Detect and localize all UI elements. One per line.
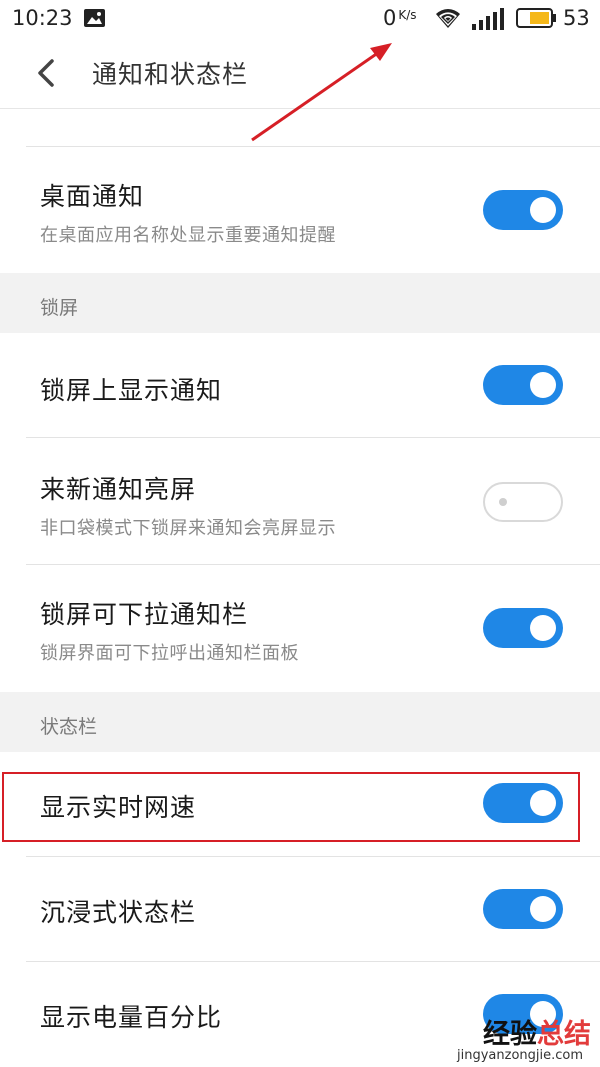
setting-subtitle: 在桌面应用名称处显示重要通知提醒	[40, 225, 336, 246]
page-title: 通知和状态栏	[92, 60, 249, 89]
wake-on-notification-toggle[interactable]	[483, 482, 563, 522]
setting-pulldown-on-lockscreen[interactable]: 锁屏可下拉通知栏 锁屏界面可下拉呼出通知栏面板	[0, 565, 600, 692]
section-label: 锁屏	[40, 297, 79, 319]
chevron-left-icon	[38, 59, 54, 87]
back-button[interactable]	[30, 53, 66, 93]
realtime-net-speed-toggle[interactable]	[483, 783, 563, 823]
watermark-main: 经验	[483, 1019, 537, 1050]
watermark-accent: 总结	[537, 1019, 591, 1050]
immersive-statusbar-toggle[interactable]	[483, 889, 563, 929]
setting-title: 沉浸式状态栏	[40, 898, 197, 927]
setting-title: 锁屏可下拉通知栏	[40, 600, 249, 629]
wifi-icon	[436, 9, 460, 28]
setting-realtime-net-speed[interactable]: 显示实时网速	[0, 752, 600, 856]
status-bar: 10:23 0 K/s 53	[0, 0, 600, 38]
battery-icon	[516, 8, 556, 28]
setting-title: 显示电量百分比	[40, 1003, 223, 1032]
setting-title: 来新通知亮屏	[40, 475, 197, 504]
photo-icon	[84, 9, 105, 27]
toggle-knob	[530, 896, 556, 922]
section-header-statusbar: 状态栏	[0, 692, 600, 752]
net-speed: 0 K/s	[383, 6, 417, 30]
section-header-lockscreen: 锁屏	[0, 273, 600, 333]
net-speed-unit: K/s	[398, 8, 417, 22]
setting-immersive-statusbar[interactable]: 沉浸式状态栏	[0, 857, 600, 961]
signal-icon	[472, 8, 504, 30]
toggle-knob	[530, 615, 556, 641]
status-time: 10:23	[12, 6, 73, 30]
desktop-notification-toggle[interactable]	[483, 190, 563, 230]
pulldown-on-lockscreen-toggle[interactable]	[483, 608, 563, 648]
setting-desktop-notification[interactable]: 桌面通知 在桌面应用名称处显示重要通知提醒	[0, 147, 600, 273]
show-on-lockscreen-toggle[interactable]	[483, 365, 563, 405]
setting-title: 显示实时网速	[40, 793, 197, 822]
setting-subtitle: 非口袋模式下锁屏来通知会亮屏显示	[40, 518, 336, 539]
setting-subtitle: 锁屏界面可下拉呼出通知栏面板	[40, 643, 299, 664]
battery-level: 53	[563, 6, 590, 30]
setting-wake-on-notification[interactable]: 来新通知亮屏 非口袋模式下锁屏来通知会亮屏显示	[0, 438, 600, 564]
toggle-knob	[530, 372, 556, 398]
app-header: 通知和状态栏	[0, 38, 600, 109]
setting-show-on-lockscreen[interactable]: 锁屏上显示通知	[0, 333, 600, 437]
section-label: 状态栏	[40, 716, 98, 738]
toggle-knob	[530, 197, 556, 223]
watermark-url: jingyanzongjie.com	[457, 1048, 584, 1063]
watermark: 经验总结 jingyanzongjie.com	[457, 1008, 600, 1067]
toggle-knob	[499, 498, 507, 506]
toggle-knob	[530, 790, 556, 816]
net-speed-value: 0	[383, 6, 397, 30]
setting-title: 桌面通知	[40, 182, 145, 211]
watermark-text: 经验总结	[483, 1012, 591, 1051]
setting-title: 锁屏上显示通知	[40, 376, 223, 405]
